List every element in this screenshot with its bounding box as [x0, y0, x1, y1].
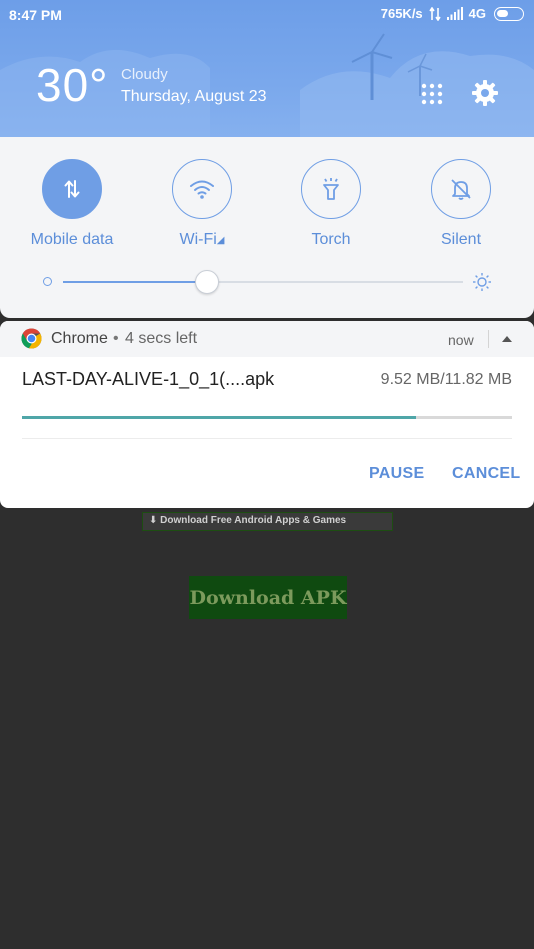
brightness-high-icon	[473, 273, 491, 291]
network-type: 4G	[468, 6, 486, 21]
expand-triangle-icon: ◢	[216, 235, 225, 246]
grid-icon[interactable]	[420, 82, 444, 106]
toggle-circle	[42, 159, 102, 219]
header-divider	[488, 330, 489, 348]
data-transfer-icon	[428, 6, 441, 21]
toggle-circle	[172, 159, 232, 219]
battery-icon	[494, 6, 524, 21]
brightness-low-icon	[43, 277, 52, 286]
notification-separator: •	[113, 330, 119, 347]
download-icon: ⬇	[149, 515, 161, 526]
notification-app-name: Chrome	[51, 330, 108, 347]
status-bar: 8:47 PM 765K/s 4G	[0, 0, 534, 30]
gear-icon[interactable]	[471, 79, 499, 107]
pause-button[interactable]: PAUSE	[369, 465, 424, 483]
toggle-silent[interactable]: Silent	[396, 159, 526, 259]
brightness-track[interactable]	[63, 281, 463, 283]
quick-settings-panel: Mobile data Wi-Fi◢ Torch Silent	[0, 137, 534, 318]
brightness-slider[interactable]	[40, 269, 494, 295]
download-size: 9.52 MB/11.82 MB	[380, 371, 512, 388]
toggle-circle	[301, 159, 361, 219]
collapse-caret-icon[interactable]	[501, 334, 513, 344]
notification-header: Chrome • 4 secs left now	[0, 321, 534, 357]
toggle-label: Silent	[440, 231, 482, 248]
toggle-mobile-data[interactable]: Mobile data	[7, 159, 137, 259]
mobile-data-icon	[64, 180, 80, 198]
toggle-label: Mobile data	[30, 231, 114, 248]
download-notification[interactable]: Chrome • 4 secs left now LAST-DAY-ALIVE-…	[0, 321, 534, 508]
download-progress-bar	[22, 416, 512, 419]
notification-divider	[22, 438, 512, 439]
signal-icon	[446, 7, 463, 20]
weather-condition: Cloudy	[121, 66, 168, 83]
download-filename: LAST-DAY-ALIVE-1_0_1(....apk	[22, 369, 275, 389]
wifi-icon	[190, 180, 214, 199]
notification-time: now	[448, 332, 474, 348]
toggle-torch[interactable]: Torch	[266, 159, 396, 259]
download-apk-button[interactable]: Download APK	[189, 576, 347, 619]
toggle-circle	[431, 159, 491, 219]
download-banner[interactable]: ⬇ Download Free Android Apps & Games	[142, 512, 393, 531]
toggle-label: Wi-Fi◢	[179, 231, 225, 248]
weather-date: Thursday, August 23	[121, 88, 267, 105]
toggle-wifi[interactable]: Wi-Fi◢	[137, 159, 267, 259]
chrome-icon	[21, 328, 42, 349]
network-speed: 765K/s	[380, 6, 423, 21]
status-icons: 765K/s 4G	[381, 6, 524, 21]
toggle-label: Torch	[311, 231, 351, 248]
brightness-thumb[interactable]	[195, 270, 219, 294]
download-progress-fill	[22, 416, 417, 419]
status-time: 8:47 PM	[9, 7, 62, 23]
silent-bell-icon	[451, 179, 471, 200]
cancel-button[interactable]: CANCEL	[452, 465, 520, 483]
notification-eta: 4 secs left	[125, 330, 198, 347]
temperature: 30°	[36, 59, 109, 111]
brightness-fill	[63, 281, 207, 283]
weather-header: 8:47 PM 765K/s 4G 30° Cloudy Thursday, A…	[0, 0, 534, 140]
torch-icon	[323, 178, 339, 200]
